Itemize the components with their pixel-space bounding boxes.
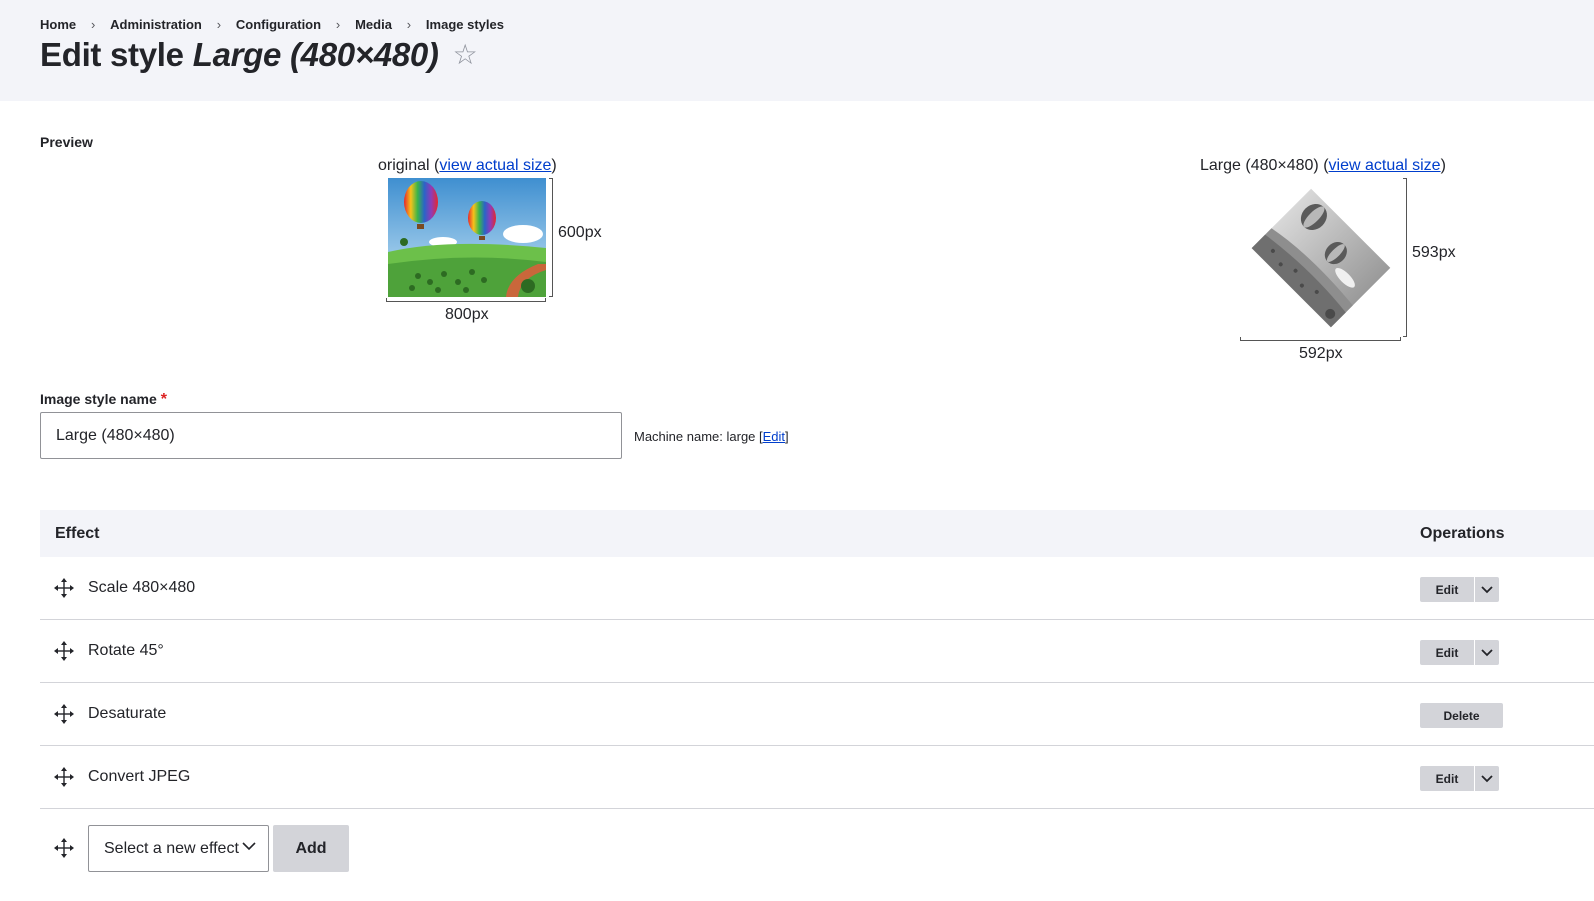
breadcrumb: Home › Administration › Configuration › … [40,17,504,32]
chevron-right-icon: › [406,17,412,32]
add-effect-button[interactable]: Add [273,825,349,872]
machine-name-edit-link[interactable]: Edit [763,429,785,444]
chevron-right-icon: › [216,17,222,32]
machine-name: Machine name: large [Edit] [634,429,789,444]
edit-effect-button[interactable]: Edit [1420,766,1474,791]
table-header: Effect Operations [40,510,1594,557]
original-preview-image[interactable] [388,178,546,297]
chevron-down-icon[interactable] [1475,577,1499,602]
original-view-actual-size-link[interactable]: view actual size [439,157,551,174]
image-style-name-input[interactable] [40,412,622,459]
new-effect-select[interactable]: Select a new effect [88,825,269,872]
operations-dropbutton: Edit [1420,577,1499,602]
derived-preview-caption: Large (480×480) (view actual size) [1200,157,1446,174]
chevron-down-icon[interactable] [1475,766,1499,791]
derived-width-indicator [1240,337,1401,341]
original-height-label: 600px [558,224,602,241]
drag-handle-icon[interactable] [54,704,74,724]
image-style-name-label: Image style name * [40,391,167,408]
table-row: Desaturate Delete [40,683,1594,746]
edit-effect-button[interactable]: Edit [1420,577,1474,602]
chevron-down-icon[interactable] [1475,640,1499,665]
effect-name: Rotate 45° [88,642,164,659]
drag-handle-icon[interactable] [54,767,74,787]
page-title-prefix: Edit style [40,36,184,73]
effect-name: Desaturate [88,705,167,722]
new-effect-select-value: Select a new effect [104,839,239,857]
derived-width-label: 592px [1299,345,1343,362]
breadcrumb-media[interactable]: Media [355,17,392,32]
effects-table: Effect Operations Scale 480×480 Edit Rot… [40,510,1594,889]
breadcrumb-image-styles[interactable]: Image styles [426,17,504,32]
delete-effect-button[interactable]: Delete [1420,703,1503,728]
breadcrumb-configuration[interactable]: Configuration [236,17,321,32]
column-header-effect: Effect [55,525,100,542]
drag-handle-icon[interactable] [54,641,74,661]
effect-name: Scale 480×480 [88,579,196,596]
derived-height-label: 593px [1412,244,1456,261]
operations-dropbutton: Edit [1420,766,1499,791]
star-icon[interactable]: ☆ [453,41,478,69]
column-header-operations: Operations [1420,525,1505,542]
required-marker: * [160,391,167,408]
drag-handle-icon[interactable] [54,578,74,598]
page-title-style-name: Large (480×480) [192,36,439,73]
operations-dropbutton: Edit [1420,640,1499,665]
drag-handle-icon[interactable] [54,838,74,858]
original-width-indicator [386,298,546,302]
add-effect-row: Select a new effect Add [40,809,1594,889]
original-height-indicator [549,178,553,297]
preview-label: Preview [40,134,93,150]
table-row: Rotate 45° Edit [40,620,1594,683]
derived-view-actual-size-link[interactable]: view actual size [1329,157,1441,174]
breadcrumb-administration[interactable]: Administration [110,17,202,32]
breadcrumb-home[interactable]: Home [40,17,76,32]
derived-preview-image[interactable] [1242,179,1400,337]
page-header: Home › Administration › Configuration › … [0,0,1594,101]
chevron-right-icon: › [335,17,341,32]
effect-name: Convert JPEG [88,768,191,785]
chevron-right-icon: › [90,17,96,32]
original-width-label: 800px [445,306,489,323]
original-preview-caption: original (view actual size) [378,157,557,174]
chevron-down-icon [242,842,256,851]
table-row: Convert JPEG Edit [40,746,1594,809]
edit-effect-button[interactable]: Edit [1420,640,1474,665]
table-row: Scale 480×480 Edit [40,557,1594,620]
page-title: Edit style Large (480×480) ☆ [40,36,478,74]
derived-height-indicator [1403,178,1407,337]
